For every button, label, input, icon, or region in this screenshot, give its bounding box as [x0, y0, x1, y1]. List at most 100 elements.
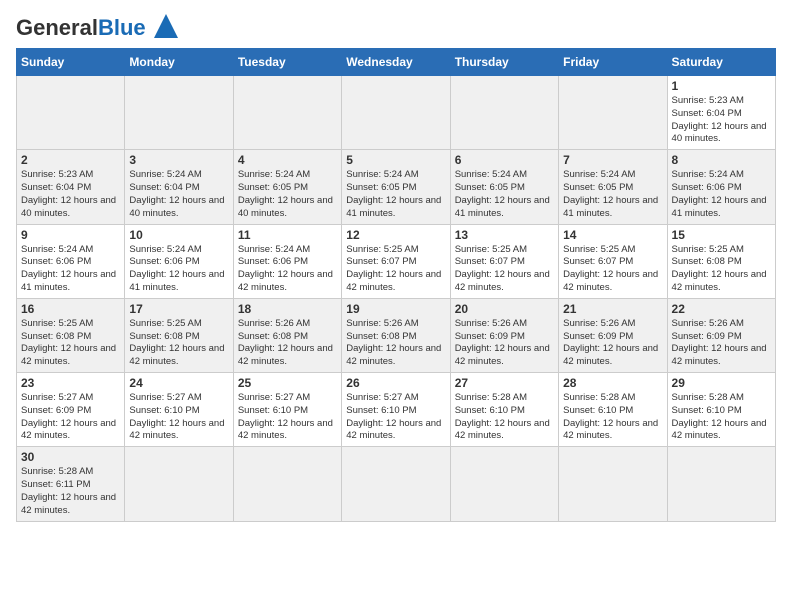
day-number: 9 [21, 228, 120, 242]
day-number: 10 [129, 228, 228, 242]
day-number: 3 [129, 153, 228, 167]
day-number: 18 [238, 302, 337, 316]
calendar-day-cell: 30Sunrise: 5:28 AM Sunset: 6:11 PM Dayli… [17, 447, 125, 521]
calendar-week-row: 16Sunrise: 5:25 AM Sunset: 6:08 PM Dayli… [17, 298, 776, 372]
day-number: 8 [672, 153, 771, 167]
logo-general: General [16, 15, 98, 40]
day-info: Sunrise: 5:27 AM Sunset: 6:09 PM Dayligh… [21, 392, 120, 443]
calendar-day-cell: 5Sunrise: 5:24 AM Sunset: 6:05 PM Daylig… [342, 150, 450, 224]
day-info: Sunrise: 5:24 AM Sunset: 6:06 PM Dayligh… [21, 244, 120, 295]
day-number: 2 [21, 153, 120, 167]
day-info: Sunrise: 5:26 AM Sunset: 6:08 PM Dayligh… [346, 318, 445, 369]
calendar-week-row: 30Sunrise: 5:28 AM Sunset: 6:11 PM Dayli… [17, 447, 776, 521]
day-info: Sunrise: 5:24 AM Sunset: 6:06 PM Dayligh… [238, 244, 337, 295]
calendar-header-row: SundayMondayTuesdayWednesdayThursdayFrid… [17, 49, 776, 76]
day-info: Sunrise: 5:25 AM Sunset: 6:08 PM Dayligh… [21, 318, 120, 369]
calendar-day-cell: 7 Sunrise: 5:24 AM Sunset: 6:05 PM Daylig… [559, 150, 667, 224]
day-number: 24 [129, 376, 228, 390]
calendar-day-cell [17, 76, 125, 150]
logo-text: GeneralBlue [16, 17, 146, 39]
day-info: Sunrise: 5:26 AM Sunset: 6:09 PM Dayligh… [455, 318, 554, 369]
column-header-sunday: Sunday [17, 49, 125, 76]
calendar-day-cell: 1 Sunrise: 5:23 AM Sunset: 6:04 PM Daylig… [667, 76, 775, 150]
day-number: 25 [238, 376, 337, 390]
day-number: 26 [346, 376, 445, 390]
day-info: Sunrise: 5:25 AM Sunset: 6:08 PM Dayligh… [672, 244, 771, 295]
day-info: Sunrise: 5:28 AM Sunset: 6:10 PM Dayligh… [672, 392, 771, 443]
calendar-day-cell: 25 Sunrise: 5:27 AM Sunset: 6:10 PM Dayli… [233, 373, 341, 447]
day-number: 23 [21, 376, 120, 390]
day-number: 27 [455, 376, 554, 390]
day-info: Sunrise: 5:26 AM Sunset: 6:08 PM Dayligh… [238, 318, 337, 369]
calendar-day-cell [342, 447, 450, 521]
day-info: Sunrise: 5:25 AM Sunset: 6:07 PM Dayligh… [563, 244, 662, 295]
day-info: Sunrise: 5:25 AM Sunset: 6:07 PM Dayligh… [455, 244, 554, 295]
day-number: 1 [672, 79, 771, 93]
day-info: Sunrise: 5:24 AM Sunset: 6:05 PM Dayligh… [455, 169, 554, 220]
column-header-thursday: Thursday [450, 49, 558, 76]
calendar-day-cell: 20Sunrise: 5:26 AM Sunset: 6:09 PM Dayli… [450, 298, 558, 372]
calendar-day-cell: 17Sunrise: 5:25 AM Sunset: 6:08 PM Dayli… [125, 298, 233, 372]
calendar-day-cell: 23 Sunrise: 5:27 AM Sunset: 6:09 PM Dayli… [17, 373, 125, 447]
calendar-day-cell: 4 Sunrise: 5:24 AM Sunset: 6:05 PM Daylig… [233, 150, 341, 224]
day-number: 30 [21, 450, 120, 464]
calendar-week-row: 23 Sunrise: 5:27 AM Sunset: 6:09 PM Dayli… [17, 373, 776, 447]
day-info: Sunrise: 5:24 AM Sunset: 6:05 PM Dayligh… [563, 169, 662, 220]
day-info: Sunrise: 5:26 AM Sunset: 6:09 PM Dayligh… [563, 318, 662, 369]
day-number: 11 [238, 228, 337, 242]
day-info: Sunrise: 5:28 AM Sunset: 6:10 PM Dayligh… [563, 392, 662, 443]
column-header-tuesday: Tuesday [233, 49, 341, 76]
day-number: 14 [563, 228, 662, 242]
calendar-day-cell [342, 76, 450, 150]
day-info: Sunrise: 5:26 AM Sunset: 6:09 PM Dayligh… [672, 318, 771, 369]
calendar-day-cell [233, 447, 341, 521]
day-info: Sunrise: 5:24 AM Sunset: 6:05 PM Dayligh… [238, 169, 337, 220]
calendar-day-cell [450, 76, 558, 150]
calendar-day-cell: 2 Sunrise: 5:23 AM Sunset: 6:04 PM Daylig… [17, 150, 125, 224]
calendar-week-row: 9 Sunrise: 5:24 AM Sunset: 6:06 PM Daylig… [17, 224, 776, 298]
day-number: 7 [563, 153, 662, 167]
calendar-day-cell: 14 Sunrise: 5:25 AM Sunset: 6:07 PM Dayli… [559, 224, 667, 298]
calendar-day-cell [559, 76, 667, 150]
calendar-day-cell: 28Sunrise: 5:28 AM Sunset: 6:10 PM Dayli… [559, 373, 667, 447]
day-number: 29 [672, 376, 771, 390]
calendar-day-cell: 18 Sunrise: 5:26 AM Sunset: 6:08 PM Dayli… [233, 298, 341, 372]
calendar-day-cell: 24 Sunrise: 5:27 AM Sunset: 6:10 PM Dayli… [125, 373, 233, 447]
logo: GeneralBlue [16, 16, 180, 40]
calendar-day-cell: 13Sunrise: 5:25 AM Sunset: 6:07 PM Dayli… [450, 224, 558, 298]
calendar-day-cell: 16Sunrise: 5:25 AM Sunset: 6:08 PM Dayli… [17, 298, 125, 372]
day-number: 19 [346, 302, 445, 316]
calendar-day-cell: 3 Sunrise: 5:24 AM Sunset: 6:04 PM Daylig… [125, 150, 233, 224]
calendar-day-cell: 6 Sunrise: 5:24 AM Sunset: 6:05 PM Daylig… [450, 150, 558, 224]
column-header-monday: Monday [125, 49, 233, 76]
day-info: Sunrise: 5:25 AM Sunset: 6:07 PM Dayligh… [346, 244, 445, 295]
calendar-day-cell: 22 Sunrise: 5:26 AM Sunset: 6:09 PM Dayli… [667, 298, 775, 372]
day-number: 17 [129, 302, 228, 316]
calendar-day-cell [125, 447, 233, 521]
day-info: Sunrise: 5:27 AM Sunset: 6:10 PM Dayligh… [129, 392, 228, 443]
day-number: 22 [672, 302, 771, 316]
calendar-day-cell: 27Sunrise: 5:28 AM Sunset: 6:10 PM Dayli… [450, 373, 558, 447]
calendar-day-cell [559, 447, 667, 521]
day-number: 15 [672, 228, 771, 242]
column-header-saturday: Saturday [667, 49, 775, 76]
calendar-day-cell: 12Sunrise: 5:25 AM Sunset: 6:07 PM Dayli… [342, 224, 450, 298]
calendar-day-cell [667, 447, 775, 521]
day-info: Sunrise: 5:23 AM Sunset: 6:04 PM Dayligh… [21, 169, 120, 220]
day-number: 6 [455, 153, 554, 167]
calendar-day-cell: 15 Sunrise: 5:25 AM Sunset: 6:08 PM Dayli… [667, 224, 775, 298]
calendar-day-cell: 8Sunrise: 5:24 AM Sunset: 6:06 PM Daylig… [667, 150, 775, 224]
calendar-day-cell: 10Sunrise: 5:24 AM Sunset: 6:06 PM Dayli… [125, 224, 233, 298]
day-info: Sunrise: 5:23 AM Sunset: 6:04 PM Dayligh… [672, 95, 771, 146]
day-number: 4 [238, 153, 337, 167]
calendar-day-cell: 9 Sunrise: 5:24 AM Sunset: 6:06 PM Daylig… [17, 224, 125, 298]
day-info: Sunrise: 5:27 AM Sunset: 6:10 PM Dayligh… [238, 392, 337, 443]
logo-blue: Blue [98, 15, 146, 40]
day-info: Sunrise: 5:24 AM Sunset: 6:04 PM Dayligh… [129, 169, 228, 220]
calendar-day-cell: 11 Sunrise: 5:24 AM Sunset: 6:06 PM Dayli… [233, 224, 341, 298]
calendar-day-cell: 19 Sunrise: 5:26 AM Sunset: 6:08 PM Dayli… [342, 298, 450, 372]
calendar-week-row: 1 Sunrise: 5:23 AM Sunset: 6:04 PM Daylig… [17, 76, 776, 150]
calendar-day-cell [125, 76, 233, 150]
column-header-wednesday: Wednesday [342, 49, 450, 76]
calendar-day-cell: 21Sunrise: 5:26 AM Sunset: 6:09 PM Dayli… [559, 298, 667, 372]
